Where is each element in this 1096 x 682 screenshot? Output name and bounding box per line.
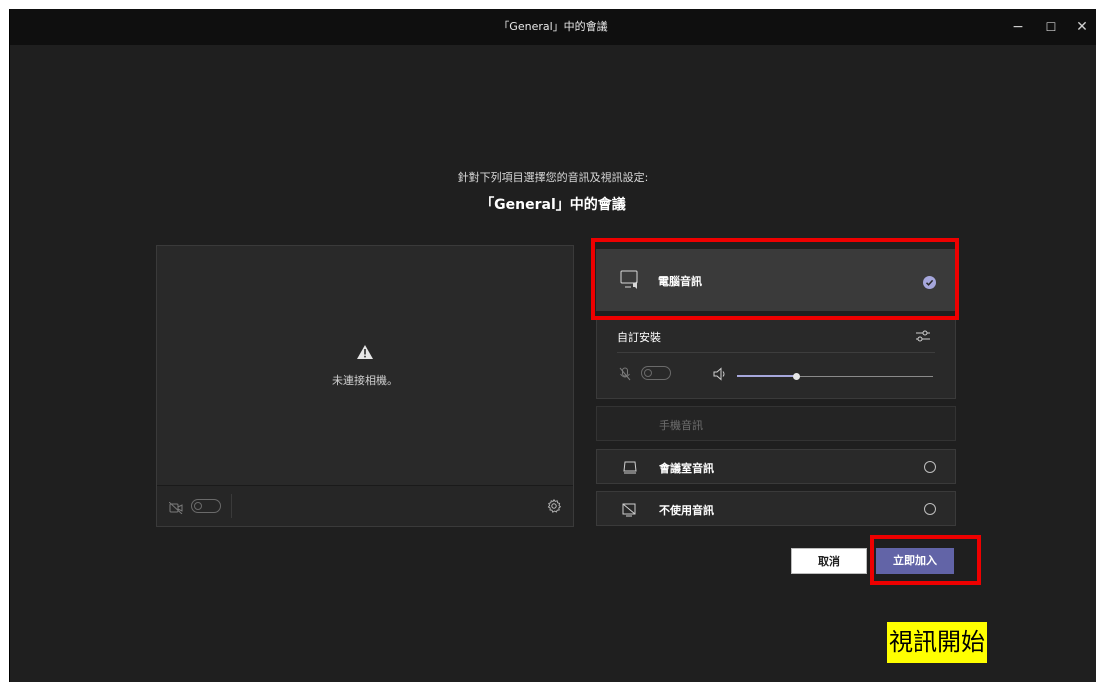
video-preview: 未連接相機。 (156, 245, 574, 527)
minimize-button[interactable]: − (1003, 9, 1033, 45)
toolbar-divider (231, 494, 232, 518)
meeting-title: 「General」中的會議 (480, 197, 626, 213)
no-camera-message: 未連接相機。 (332, 374, 398, 387)
room-audio-icon (622, 460, 638, 479)
mic-toggle[interactable] (641, 366, 671, 380)
no-audio-radio[interactable] (924, 503, 936, 515)
sliders-icon[interactable] (915, 328, 931, 347)
highlight-box-join-button (870, 535, 981, 585)
close-button[interactable]: ✕ (1067, 9, 1096, 45)
cancel-button[interactable]: 取消 (791, 548, 867, 574)
title-bar: 「General」中的會議 − ☐ ✕ (10, 9, 1096, 45)
room-audio-radio[interactable] (924, 461, 936, 473)
custom-setup-divider (617, 352, 935, 353)
camera-toggle[interactable] (191, 499, 221, 513)
speaker-icon (713, 366, 727, 385)
mic-off-icon (619, 366, 631, 385)
custom-setup-label: 自訂安裝 (617, 331, 661, 344)
room-audio-label: 會議室音訊 (659, 462, 714, 475)
no-audio-label: 不使用音訊 (659, 504, 714, 517)
window-title: 「General」中的會議 (498, 20, 608, 33)
settings-prompt: 針對下列項目選擇您的音訊及視訊設定: (457, 171, 649, 184)
video-toolbar (157, 485, 573, 526)
phone-audio-label: 手機音訊 (659, 419, 703, 432)
volume-slider[interactable] (737, 372, 933, 382)
no-audio-option[interactable]: 不使用音訊 (596, 491, 956, 526)
highlight-box-computer-audio (591, 238, 959, 320)
volume-thumb[interactable] (793, 373, 800, 380)
video-start-annotation: 視訊開始 (887, 622, 987, 663)
room-audio-option[interactable]: 會議室音訊 (596, 449, 956, 484)
no-audio-icon (622, 502, 638, 521)
volume-fill (737, 375, 796, 377)
custom-setup-panel: 自訂安裝 (596, 319, 956, 399)
warning-icon (157, 344, 573, 363)
camera-off-icon (168, 499, 183, 518)
phone-audio-option: 手機音訊 (596, 406, 956, 441)
gear-icon[interactable] (547, 498, 562, 517)
maximize-button[interactable]: ☐ (1036, 9, 1066, 45)
meeting-window: 「General」中的會議 − ☐ ✕ 針對下列項目選擇您的音訊及視訊設定: 「… (9, 9, 1096, 682)
